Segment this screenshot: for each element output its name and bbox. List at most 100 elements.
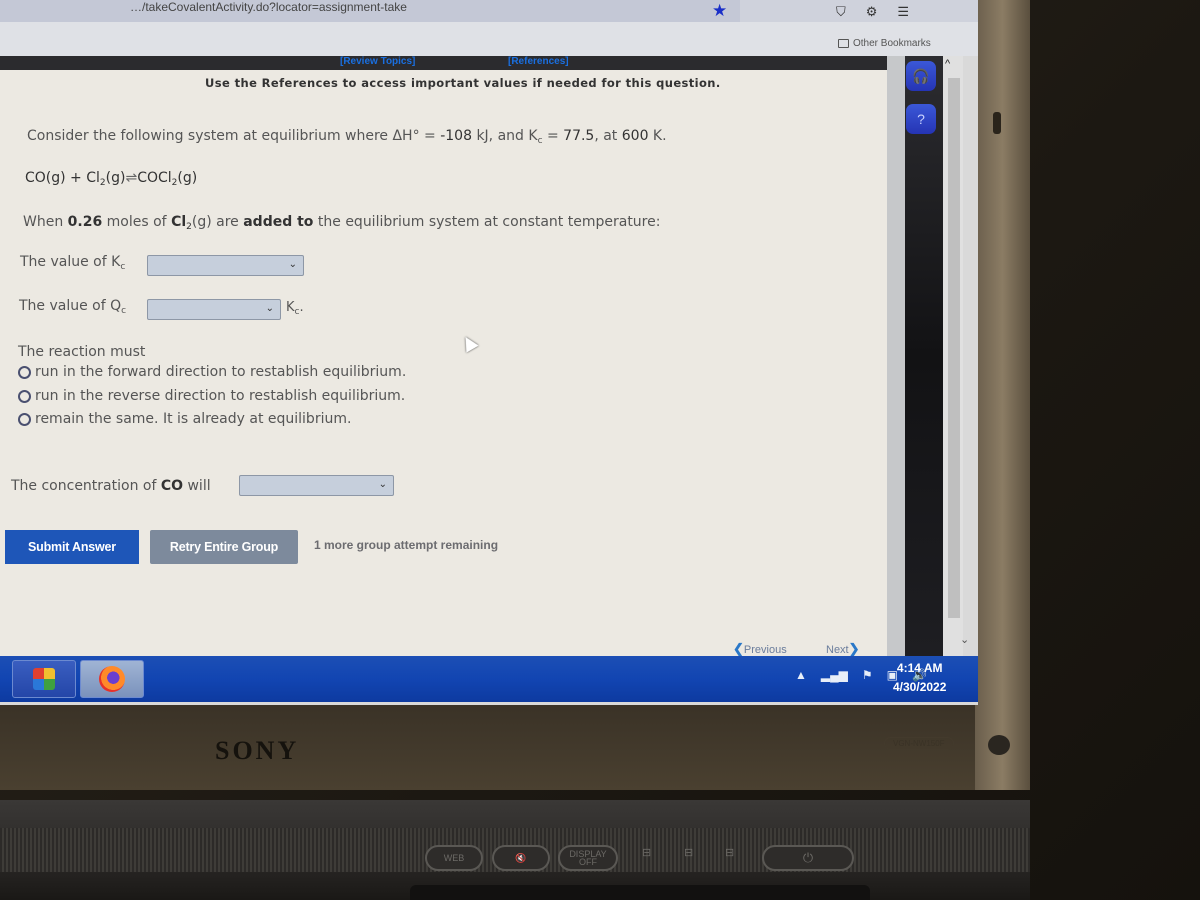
radio-option-forward[interactable]: run in the forward direction to restabli… [18, 364, 406, 380]
question-intro: Consider the following system at equilib… [27, 128, 667, 146]
reactant-state: (g) [105, 170, 126, 186]
qc-suffix: Kc. [286, 300, 304, 317]
change-suffix: the equilibrium system at constant tempe… [313, 214, 661, 230]
radio-option-reverse[interactable]: run in the reverse direction to restabli… [18, 388, 405, 404]
lid-latch [993, 112, 1001, 134]
bookmark-star-icon[interactable]: ★ [712, 1, 727, 21]
photo-scene: …/takeCovalentActivity.do?locator=assign… [0, 0, 1200, 900]
display-off-label-2: OFF [579, 857, 597, 867]
radio-button[interactable] [18, 412, 31, 426]
qc-label-subscript: c [121, 306, 127, 316]
qc-suffix-text: K [286, 300, 295, 315]
previous-label: Previous [743, 644, 787, 656]
references-link[interactable]: [References] [508, 56, 569, 68]
lid-bumper [988, 735, 1010, 755]
reference-note: Use the References to access important v… [205, 76, 721, 90]
kc-dropdown[interactable]: ⌄ [147, 255, 304, 276]
taskbar-clock[interactable]: 4:14 AM 4/30/2022 [893, 659, 946, 697]
temp-value: 600 [621, 128, 649, 144]
model-badge: VGN-NW150F [884, 737, 954, 750]
radio-label: run in the forward direction to restabli… [35, 364, 407, 380]
radio-label: run in the reverse direction to restabli… [35, 388, 406, 404]
next-link[interactable]: Next❯ [826, 641, 860, 657]
mouse-cursor-icon [459, 333, 479, 353]
other-bookmarks-folder[interactable]: Other Bookmarks [838, 38, 931, 49]
clock-time: 4:14 AM [896, 661, 943, 675]
change-are: are [211, 214, 244, 230]
equilibrium-arrow-icon: ⇌ [125, 170, 138, 186]
change-species-state: (g) [191, 214, 212, 230]
co-dropdown[interactable]: ⌄ [239, 475, 394, 496]
change-prefix: When [23, 214, 68, 230]
submit-answer-button[interactable]: Submit Answer [5, 530, 139, 564]
num-lock-led-icon: ⊟ [642, 847, 652, 859]
bookmarks-toolbar: Other Bookmarks [0, 22, 978, 56]
kc-label: The value of Kc [20, 254, 125, 272]
assignment-page: [Review Topics] [References] Use the Ref… [0, 56, 887, 656]
action-center-flag-icon[interactable]: ⚑ [862, 668, 873, 682]
change-amount: 0.26 [67, 214, 103, 230]
previous-link[interactable]: ❮Previous [733, 641, 787, 657]
taskbar-firefox[interactable] [80, 660, 144, 698]
scroll-lock-led-icon: ⊟ [725, 847, 735, 859]
qc-dropdown[interactable]: ⌄ [147, 299, 281, 320]
help-sidebar [905, 56, 943, 656]
browser-toolbar: …/takeCovalentActivity.do?locator=assign… [0, 0, 978, 22]
co-label: The concentration of CO will [11, 478, 211, 494]
scroll-down-icon[interactable]: ⌄ [960, 633, 969, 646]
radio-button[interactable] [18, 365, 31, 379]
taskbar-control-panel[interactable] [12, 660, 76, 698]
chevron-right-icon: ❯ [848, 641, 860, 656]
co-species: CO [160, 478, 184, 494]
radio-button[interactable] [18, 389, 31, 403]
reaction-label: The reaction must [18, 344, 146, 360]
laptop-screen: …/takeCovalentActivity.do?locator=assign… [0, 0, 978, 705]
hamburger-menu-icon[interactable]: ☰ [897, 4, 909, 20]
other-bookmarks-label: Other Bookmarks [853, 38, 931, 49]
co-label-prefix: The concentration of [11, 478, 161, 494]
temp-unit: K. [648, 128, 667, 144]
chevron-down-icon: ⌄ [265, 303, 274, 314]
qc-label-text: The value of Q [19, 298, 122, 314]
headset-support-icon[interactable]: 🎧 [906, 61, 936, 91]
pocket-icon[interactable]: ⛉ [836, 4, 846, 20]
qc-suffix-period: . [299, 300, 304, 315]
laptop-bezel-edge [975, 0, 1030, 790]
retry-entire-group-button[interactable]: Retry Entire Group [150, 530, 298, 564]
folder-icon [838, 39, 849, 48]
web-hw-button[interactable]: WEB [425, 845, 483, 871]
show-hidden-icons-icon[interactable]: ▲ [795, 668, 807, 682]
qc-label: The value of Qc [19, 298, 126, 316]
intro-text: Consider the following system at equilib… [27, 128, 441, 144]
question-topbar: [Review Topics] [References] [0, 56, 887, 70]
chevron-down-icon: ⌄ [288, 259, 297, 270]
chevron-left-icon: ❮ [733, 641, 744, 656]
delta-h-value: -108 [440, 128, 472, 144]
radio-label: remain the same. It is already at equili… [35, 411, 352, 427]
brand-logo: SONY [215, 736, 300, 765]
chevron-down-icon: ⌄ [378, 479, 387, 490]
change-action: added to [243, 214, 314, 230]
firefox-icon [99, 666, 125, 692]
help-question-icon[interactable]: ? [906, 104, 936, 134]
power-button-icon: ⏻ [802, 850, 814, 865]
radio-option-same[interactable]: remain the same. It is already at equili… [18, 411, 351, 427]
extensions-icon[interactable]: ⚙ [866, 4, 878, 20]
touchpad[interactable] [410, 885, 870, 900]
control-panel-icon [33, 668, 55, 690]
review-topics-link[interactable]: [Review Topics] [340, 56, 415, 68]
scrollbar-thumb[interactable] [948, 78, 960, 618]
power-hw-button[interactable]: ⏻ [762, 845, 854, 871]
scroll-up-icon[interactable]: ^ [945, 58, 950, 70]
product: COCl [137, 170, 172, 186]
attempts-remaining: 1 more group attempt remaining [314, 538, 499, 552]
change-statement: When 0.26 moles of Cl2(g) are added to t… [23, 214, 660, 232]
signal-icon[interactable]: ▂▄▆ [821, 668, 848, 682]
kc-value: 77.5 [563, 128, 595, 144]
product-state: (g) [177, 170, 198, 186]
kc-label-text: The value of K [20, 254, 121, 270]
clock-date: 4/30/2022 [893, 680, 947, 694]
url-bar[interactable]: …/takeCovalentActivity.do?locator=assign… [0, 0, 740, 22]
display-off-hw-button[interactable]: DISPLAY OFF [558, 845, 618, 871]
mute-hw-button[interactable]: 🔇 [492, 845, 550, 871]
